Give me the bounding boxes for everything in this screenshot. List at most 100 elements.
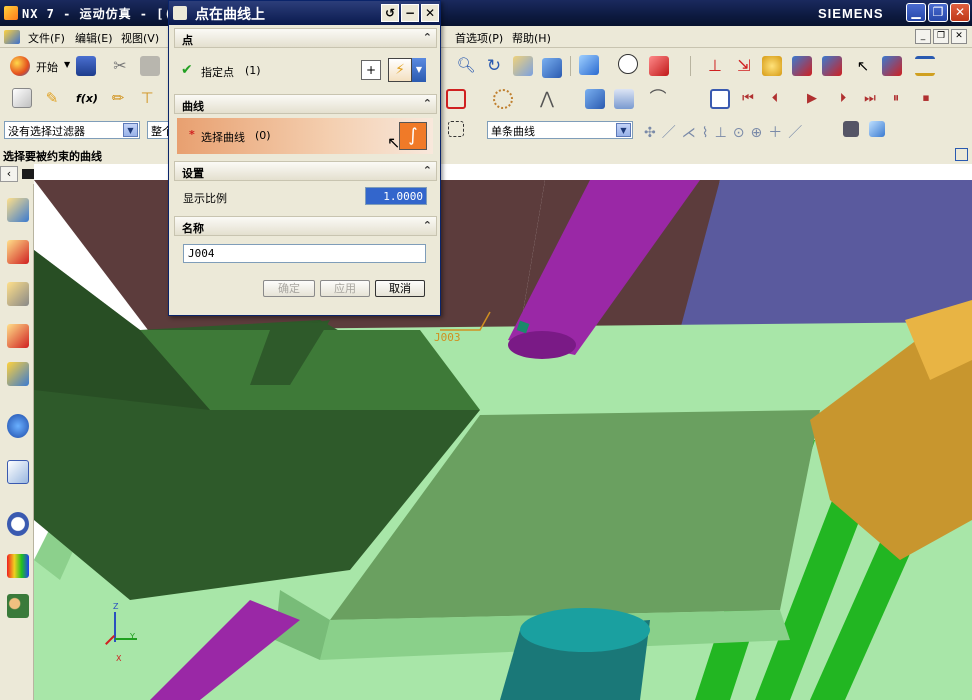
function-icon[interactable]: f(x) (76, 89, 98, 109)
snap-icon[interactable] (762, 56, 782, 76)
wireframe-cube-icon[interactable] (649, 56, 669, 76)
menu-edit[interactable]: 编辑(E) (75, 30, 113, 46)
pencil-icon[interactable]: ✏ (108, 88, 128, 108)
palette-icon[interactable] (7, 554, 29, 578)
mdi-minimize-button[interactable]: _ (915, 29, 931, 44)
status-prompt-bar: 选择要被约束的曲线 (0, 146, 972, 164)
step-forward-icon[interactable]: ⏵ (833, 89, 853, 109)
motion-toolbar: ✎ f(x) ✏ ⊤ ⋀ ⌒ ⏮ ⏴ ▶ ⏵ ⏭ ⏸ ⏹ (0, 84, 972, 116)
axis-x-label: X (116, 654, 122, 663)
contact-icon[interactable]: ⋀ (537, 89, 557, 109)
roles-icon[interactable] (7, 594, 29, 618)
deselect-icon[interactable] (882, 56, 902, 76)
start-icon (10, 56, 30, 76)
dialog-title-bar: 点在曲线上 ↺ − ✕ (169, 1, 440, 25)
reset-button[interactable]: ↺ (381, 4, 399, 22)
select-object-icon[interactable] (792, 56, 812, 76)
inferred-point-icon[interactable]: ⚡ (388, 58, 412, 82)
display-scale-input[interactable] (365, 187, 427, 205)
menu-file[interactable]: 文件(F) (28, 30, 65, 46)
cut-icon[interactable]: ✂ (110, 56, 130, 76)
copy-icon[interactable] (140, 56, 160, 76)
curve-select-icon[interactable]: ∫ (399, 122, 427, 150)
type-filter-select[interactable]: 没有选择过滤器 ▼ (4, 121, 140, 139)
zoom-icon[interactable]: 🔍︎ (456, 56, 476, 76)
blue-wall (680, 180, 972, 330)
snap-point-icons[interactable]: ✣／⋌⌇⊥⊙⊕＋／ (644, 122, 808, 142)
joint-name-input[interactable] (183, 244, 426, 263)
class-select-icon[interactable] (822, 56, 842, 76)
point-type-dropdown-icon[interactable]: ▼ (412, 58, 426, 82)
stop-icon[interactable]: ⏹ (916, 89, 936, 109)
render-style-icon[interactable] (579, 55, 599, 75)
fit-view-icon[interactable] (955, 148, 968, 161)
joint-icon[interactable]: ⊤ (137, 88, 157, 108)
point-dialog-icon[interactable]: + (361, 60, 381, 80)
save-icon[interactable] (76, 56, 96, 76)
rewind-icon[interactable]: ⏮ (738, 89, 758, 109)
dialog-close-button[interactable]: ✕ (421, 4, 439, 22)
spring-icon[interactable] (493, 89, 513, 109)
marker-icon[interactable] (446, 89, 466, 109)
dialog-title: 点在曲线上 (195, 7, 265, 23)
pan-icon[interactable] (513, 56, 533, 76)
scroll-left-icon[interactable]: ‹ (0, 166, 18, 182)
chevron-up-icon: ⌃ (422, 219, 432, 232)
specify-point-row[interactable]: ✔ 指定点 (1) + ⚡ ▼ (177, 52, 433, 88)
reuse-library-icon[interactable] (7, 362, 29, 386)
step-back-icon[interactable]: ⏴ (765, 89, 785, 109)
minimize-button[interactable]: ▁ (906, 3, 926, 22)
quick-pick-icon[interactable] (843, 121, 859, 137)
mdi-restore-button[interactable]: ❐ (933, 29, 949, 44)
pause-icon[interactable]: ⏸ (886, 89, 906, 109)
link-icon[interactable]: ✎ (42, 88, 62, 108)
start-dropdown-icon[interactable]: ▼ (64, 60, 70, 69)
fast-forward-icon[interactable]: ⏭ (860, 89, 880, 109)
section-settings-header[interactable]: 设置 ⌃ (174, 161, 437, 181)
info-icon[interactable] (7, 414, 29, 438)
mdi-close-button[interactable]: ✕ (951, 29, 967, 44)
section-curve-header[interactable]: 曲线 ⌃ (174, 94, 437, 114)
start-button[interactable]: 开始 (36, 59, 58, 75)
orient-view-icon[interactable] (542, 58, 562, 78)
menu-help[interactable]: 帮助(H) (512, 30, 551, 46)
standard-toolbar: 开始 ▼ ✂ 🔍︎ ↻ ⊥ ⇲ ↖ (0, 48, 972, 84)
motion-navigator-icon[interactable] (7, 324, 29, 348)
pointer-icon[interactable]: ↖ (853, 56, 873, 76)
menu-preferences[interactable]: 首选项(P) (455, 30, 503, 46)
web-browser-icon[interactable] (7, 460, 29, 484)
selection-box-icon[interactable] (448, 121, 464, 137)
section-point-header[interactable]: 点 ⌃ (174, 28, 437, 48)
type-filter-value: 没有选择过滤器 (8, 125, 85, 138)
cancel-button[interactable]: 取消 (375, 280, 425, 297)
rotate-icon[interactable]: ↻ (484, 56, 504, 76)
history-clock-icon[interactable] (7, 512, 29, 536)
specify-point-label: 指定点 (201, 66, 234, 79)
ok-button[interactable]: 确定 (263, 280, 315, 297)
restore-button[interactable]: ❐ (928, 3, 948, 22)
section-name-header[interactable]: 名称 ⌃ (174, 216, 437, 236)
block-icon[interactable] (869, 121, 885, 137)
assembly-navigator-icon[interactable] (7, 198, 29, 222)
wcs-triad: Z Y X (94, 602, 144, 664)
wcs-icon[interactable]: ⊥ (705, 56, 725, 76)
shading-icon[interactable] (618, 54, 638, 74)
calculator-icon[interactable] (614, 89, 634, 109)
constraint-navigator-icon[interactable] (7, 240, 29, 264)
motion-navigator-icon[interactable] (12, 88, 32, 108)
apply-button[interactable]: 应用 (320, 280, 370, 297)
play-icon[interactable]: ▶ (802, 89, 822, 109)
layer-icon[interactable] (915, 56, 935, 76)
table-icon[interactable] (710, 89, 730, 109)
solver-icon[interactable] (585, 89, 605, 109)
axis-y-label: Y (130, 632, 135, 641)
packaging-icon[interactable]: ⌒ (648, 89, 668, 109)
section-curve-title: 曲线 (182, 100, 204, 113)
measure-icon[interactable]: ⇲ (734, 56, 754, 76)
display-scale-label: 显示比例 (183, 192, 227, 205)
part-navigator-icon[interactable] (7, 282, 29, 306)
curve-rule-select[interactable]: 单条曲线 ▼ (487, 121, 633, 139)
collapse-button[interactable]: − (401, 4, 419, 22)
menu-view[interactable]: 视图(V) (121, 30, 159, 46)
close-button[interactable]: ✕ (950, 3, 970, 22)
